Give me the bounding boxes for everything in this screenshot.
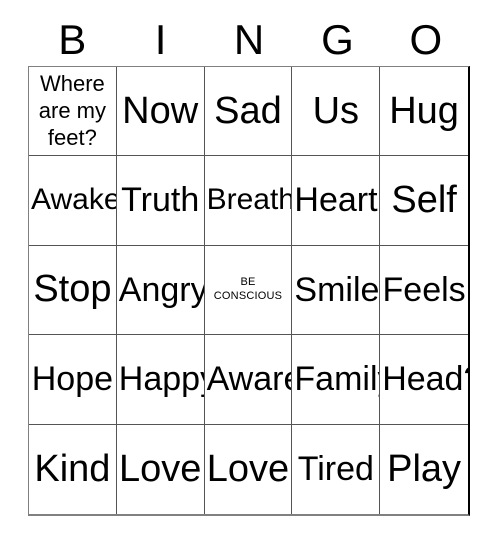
- bingo-cell-label: Smile: [294, 270, 380, 309]
- bingo-cell-label: Stop: [33, 268, 112, 311]
- bingo-cell[interactable]: Love: [116, 424, 205, 514]
- bingo-cell[interactable]: Aware: [204, 335, 293, 425]
- bingo-cell-label: Truth: [121, 181, 200, 220]
- bingo-cell[interactable]: Self: [380, 156, 468, 246]
- header-letter-o: O: [409, 16, 443, 63]
- bingo-cell-label: Sad: [214, 89, 282, 132]
- bingo-cell-label: Family: [294, 360, 379, 399]
- bingo-cell[interactable]: Angry: [116, 245, 205, 336]
- bingo-cell-label: Love: [118, 447, 202, 490]
- bingo-cell[interactable]: Happy: [116, 335, 205, 425]
- bingo-cell[interactable]: Heart: [292, 156, 381, 246]
- bingo-cell-label: Where are my feet?: [38, 70, 107, 150]
- bingo-cell-label: Heart: [294, 181, 378, 220]
- bingo-cell[interactable]: Where are my feet?: [29, 67, 117, 157]
- bingo-cell-label: Hope: [31, 360, 114, 399]
- bingo-header-row: B I N G O: [28, 14, 470, 66]
- bingo-card: B I N G O Where are my feet? Now Sad Us Hug A…: [0, 0, 500, 544]
- bingo-grid: Where are my feet? Now Sad Us Hug Awake Truth B…: [28, 66, 470, 516]
- bingo-cell[interactable]: Love: [204, 424, 293, 514]
- bingo-cell-label: Awake: [31, 183, 117, 217]
- bingo-cell[interactable]: Sad: [204, 67, 293, 157]
- bingo-cell-label: Self: [391, 179, 457, 222]
- bingo-cell[interactable]: Smile: [292, 245, 381, 336]
- bingo-cell-label: Angry: [118, 270, 205, 309]
- header-letter-g: G: [321, 16, 354, 63]
- bingo-cell-label: Breath: [206, 183, 293, 217]
- bingo-cell[interactable]: Us: [292, 67, 381, 157]
- bingo-cell[interactable]: Tired: [292, 424, 381, 514]
- bingo-cell-label: Head?: [382, 360, 468, 399]
- bingo-cell-label: Tired: [297, 449, 374, 488]
- bingo-cell-label: Us: [312, 89, 360, 132]
- bingo-cell[interactable]: Hope: [29, 335, 117, 425]
- header-letter-i: I: [154, 16, 167, 63]
- bingo-cell[interactable]: Breath: [204, 156, 293, 246]
- bingo-cell-label: Aware: [206, 360, 292, 399]
- bingo-cell[interactable]: Play: [380, 424, 468, 514]
- header-letter-b: B: [58, 16, 87, 63]
- bingo-cell-label: Feels: [382, 270, 466, 309]
- bingo-cell[interactable]: Feels: [380, 245, 468, 336]
- bingo-cell-label: Love: [206, 447, 290, 490]
- bingo-cell[interactable]: Truth: [116, 156, 205, 246]
- bingo-cell[interactable]: Kind: [29, 424, 117, 514]
- bingo-cell-free-space[interactable]: BE CONSCIOUS: [204, 245, 293, 336]
- bingo-cell[interactable]: Family: [292, 335, 381, 425]
- bingo-cell-label: Play: [387, 447, 462, 490]
- bingo-cell[interactable]: Stop: [29, 245, 117, 336]
- bingo-cell-label: BE CONSCIOUS: [213, 276, 283, 302]
- bingo-cell[interactable]: Now: [116, 67, 205, 157]
- bingo-cell-label: Hug: [389, 89, 459, 132]
- bingo-cell-label: Kind: [34, 447, 111, 490]
- bingo-cell[interactable]: Hug: [380, 67, 468, 157]
- bingo-cell[interactable]: Awake: [29, 156, 117, 246]
- bingo-cell-label: Now: [122, 89, 199, 132]
- bingo-cell[interactable]: Head?: [380, 335, 468, 425]
- header-letter-n: N: [233, 16, 265, 63]
- bingo-cell-label: Happy: [118, 360, 204, 399]
